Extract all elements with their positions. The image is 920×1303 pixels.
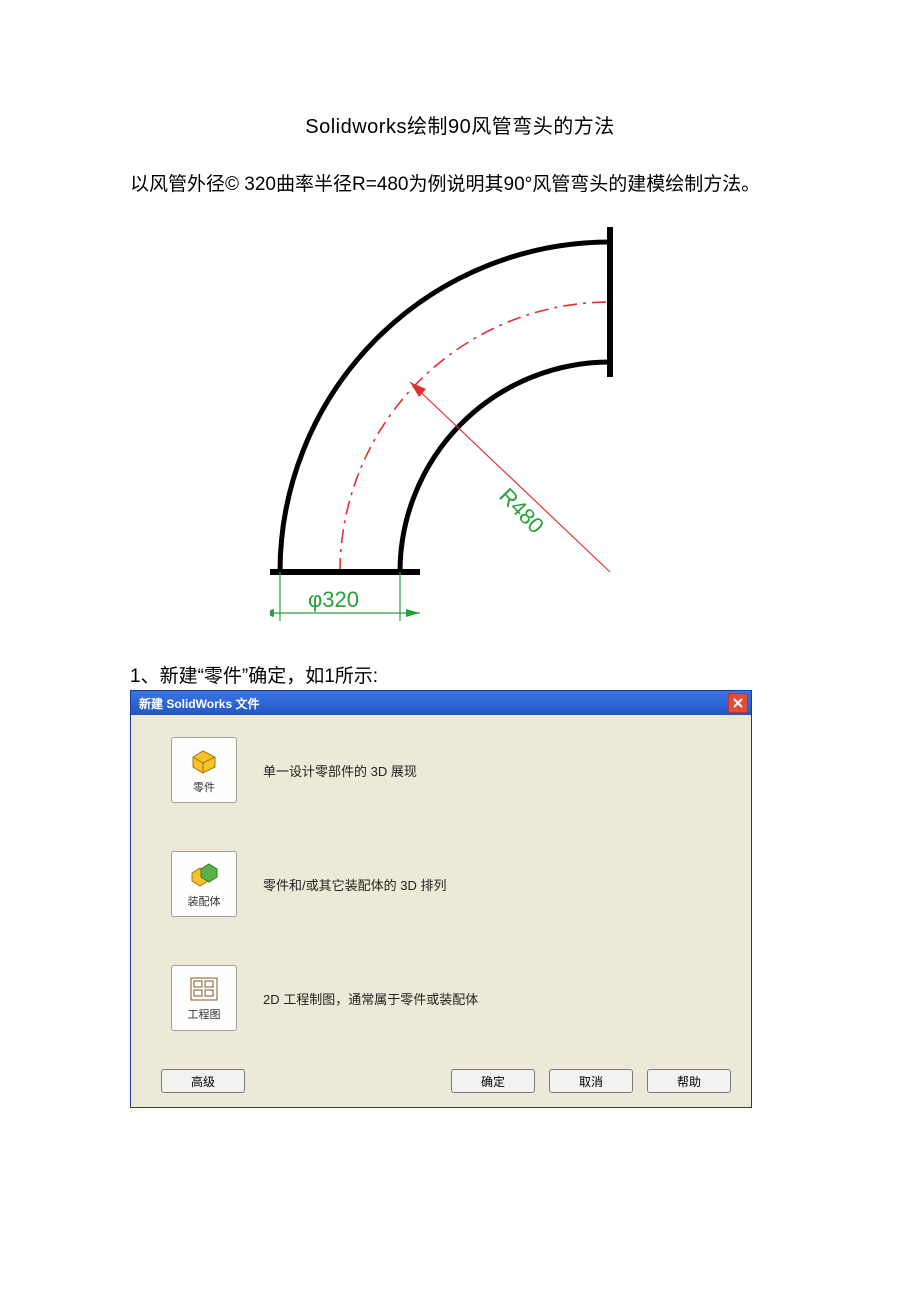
option-assembly-row: 装配体 零件和/或其它装配体的 3D 排列	[161, 851, 733, 917]
diameter-label: φ320	[308, 587, 359, 612]
option-assembly-label: 装配体	[188, 893, 221, 909]
part-icon	[189, 747, 219, 775]
dialog-title-text: 新建 SolidWorks 文件	[139, 695, 259, 712]
ok-button[interactable]: 确定	[451, 1069, 535, 1093]
new-file-dialog: 新建 SolidWorks 文件 零件 单一设计零部件的 3D 展现	[130, 690, 752, 1108]
option-part-label: 零件	[193, 779, 215, 795]
document-title: Solidworks绘制90风管弯头的方法	[130, 110, 790, 139]
cancel-button[interactable]: 取消	[549, 1069, 633, 1093]
help-button[interactable]: 帮助	[647, 1069, 731, 1093]
option-drawing-desc: 2D 工程制图，通常属于零件或装配体	[263, 989, 478, 1008]
page: Solidworks绘制90风管弯头的方法 以风管外径© 320曲率半径R=48…	[0, 0, 920, 1303]
assembly-icon	[189, 861, 219, 889]
option-assembly-desc: 零件和/或其它装配体的 3D 排列	[263, 875, 446, 894]
dialog-body: 零件 单一设计零部件的 3D 展现 装配体 零件和/或其它装配体的 3D 排列	[131, 715, 751, 1069]
close-button[interactable]	[728, 693, 748, 713]
close-icon	[733, 698, 743, 708]
option-drawing-label: 工程图	[188, 1006, 221, 1022]
document-intro: 以风管外径© 320曲率半径R=480为例说明其90°风管弯头的建模绘制方法。	[130, 167, 790, 203]
option-assembly-button[interactable]: 装配体	[171, 851, 237, 917]
drawing-icon	[189, 976, 219, 1002]
center-arc	[340, 302, 610, 572]
option-part-row: 零件 单一设计零部件的 3D 展现	[161, 737, 733, 803]
inner-arc	[400, 362, 610, 572]
option-part-desc: 单一设计零部件的 3D 展现	[263, 761, 417, 780]
option-drawing-row: 工程图 2D 工程制图，通常属于零件或装配体	[161, 965, 733, 1031]
dim-arrow-left	[270, 609, 274, 617]
dialog-titlebar: 新建 SolidWorks 文件	[131, 691, 751, 715]
dim-arrow-right	[406, 609, 420, 617]
elbow-diagram: R480 φ320	[130, 217, 790, 637]
outer-arc	[280, 242, 610, 572]
option-drawing-button[interactable]: 工程图	[171, 965, 237, 1031]
radius-label: R480	[494, 483, 549, 538]
step-1-text: 1、新建“零件”确定，如1所示:	[130, 661, 790, 688]
advanced-button[interactable]: 高级	[161, 1069, 245, 1093]
elbow-svg: R480 φ320	[270, 217, 650, 637]
dialog-footer: 高级 确定 取消 帮助	[131, 1069, 751, 1107]
option-part-button[interactable]: 零件	[171, 737, 237, 803]
radius-line	[410, 382, 610, 572]
